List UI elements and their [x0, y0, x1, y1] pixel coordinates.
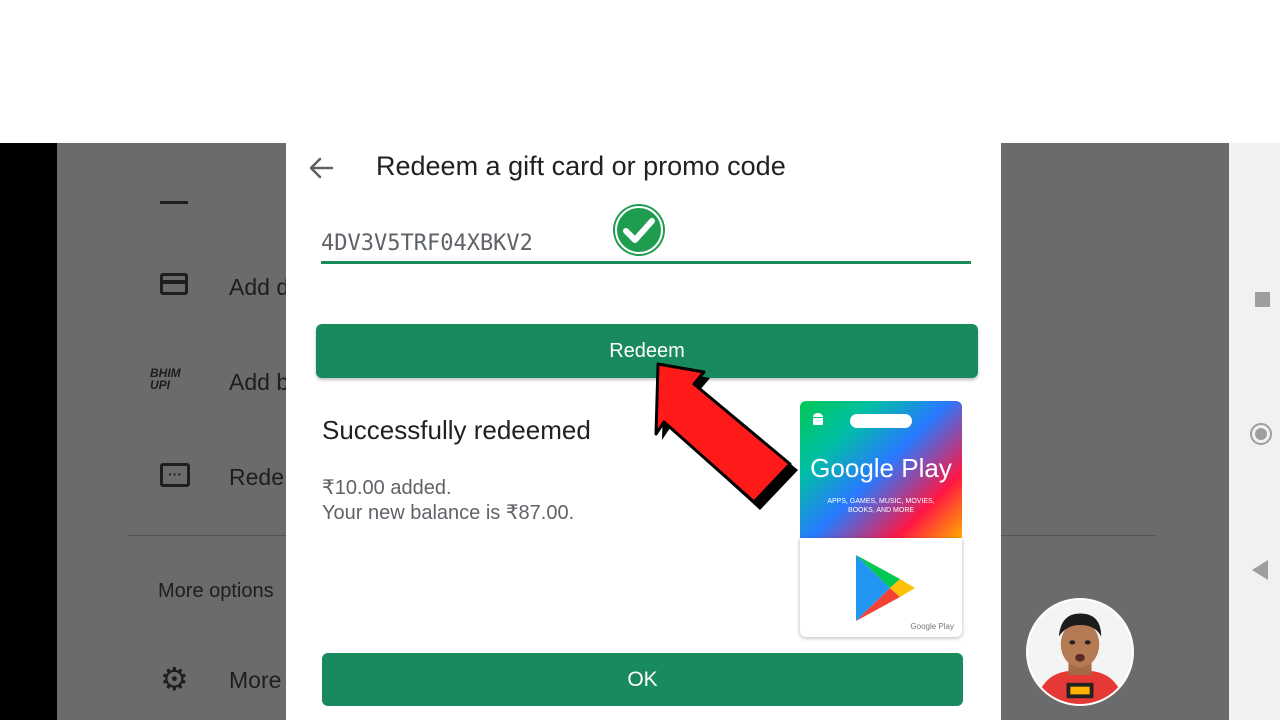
left-letterbox — [0, 143, 57, 720]
home-icon[interactable] — [1250, 423, 1272, 445]
new-balance-text: Your new balance is ₹87.00. — [322, 502, 575, 524]
gift-card-back: Google Play — [800, 538, 962, 637]
google-play-gift-card-image: Google Play APPS, GAMES, MUSIC, MOVIES, … — [800, 401, 962, 637]
check-circle-icon — [613, 204, 665, 256]
credit-card-icon — [160, 273, 188, 295]
gift-card-front: Google Play APPS, GAMES, MUSIC, MOVIES, … — [800, 401, 962, 538]
gear-icon: ⚙ — [160, 661, 189, 697]
gift-card-hanger — [850, 414, 912, 428]
menu-item-redeem: Rede — [229, 464, 284, 490]
gift-card-subtitle: APPS, GAMES, MUSIC, MOVIES, BOOKS, AND M… — [827, 498, 935, 514]
minus-icon — [160, 201, 188, 204]
back-arrow-icon[interactable] — [306, 153, 336, 183]
menu-item-more: More — [229, 667, 282, 693]
menu-item-more-options: More options — [158, 580, 274, 602]
recents-icon[interactable] — [1255, 292, 1270, 307]
redeem-dialog: Redeem a gift card or promo code Redeem … — [286, 143, 1001, 720]
red-pointer-arrow-icon — [654, 362, 798, 510]
success-heading: Successfully redeemed — [322, 415, 591, 445]
added-amount-text: ₹10.00 added. — [322, 477, 452, 499]
play-store-icon — [856, 555, 915, 621]
menu-item-add-bank: Add b — [229, 369, 290, 395]
dialog-title: Redeem a gift card or promo code — [376, 151, 786, 181]
gift-card-brand: Google Play — [810, 453, 952, 483]
redeem-button[interactable]: Redeem — [316, 324, 978, 378]
android-icon — [813, 413, 823, 425]
menu-item-add-card: Add d — [229, 274, 290, 300]
nav-back-icon[interactable] — [1252, 560, 1268, 580]
redeem-icon: ··· — [160, 463, 190, 487]
gift-card-footer: Google Play — [910, 622, 954, 631]
ok-button[interactable]: OK — [322, 653, 963, 706]
presenter-avatar — [1026, 598, 1134, 706]
upi-logo: BHIM UPI — [150, 366, 181, 392]
